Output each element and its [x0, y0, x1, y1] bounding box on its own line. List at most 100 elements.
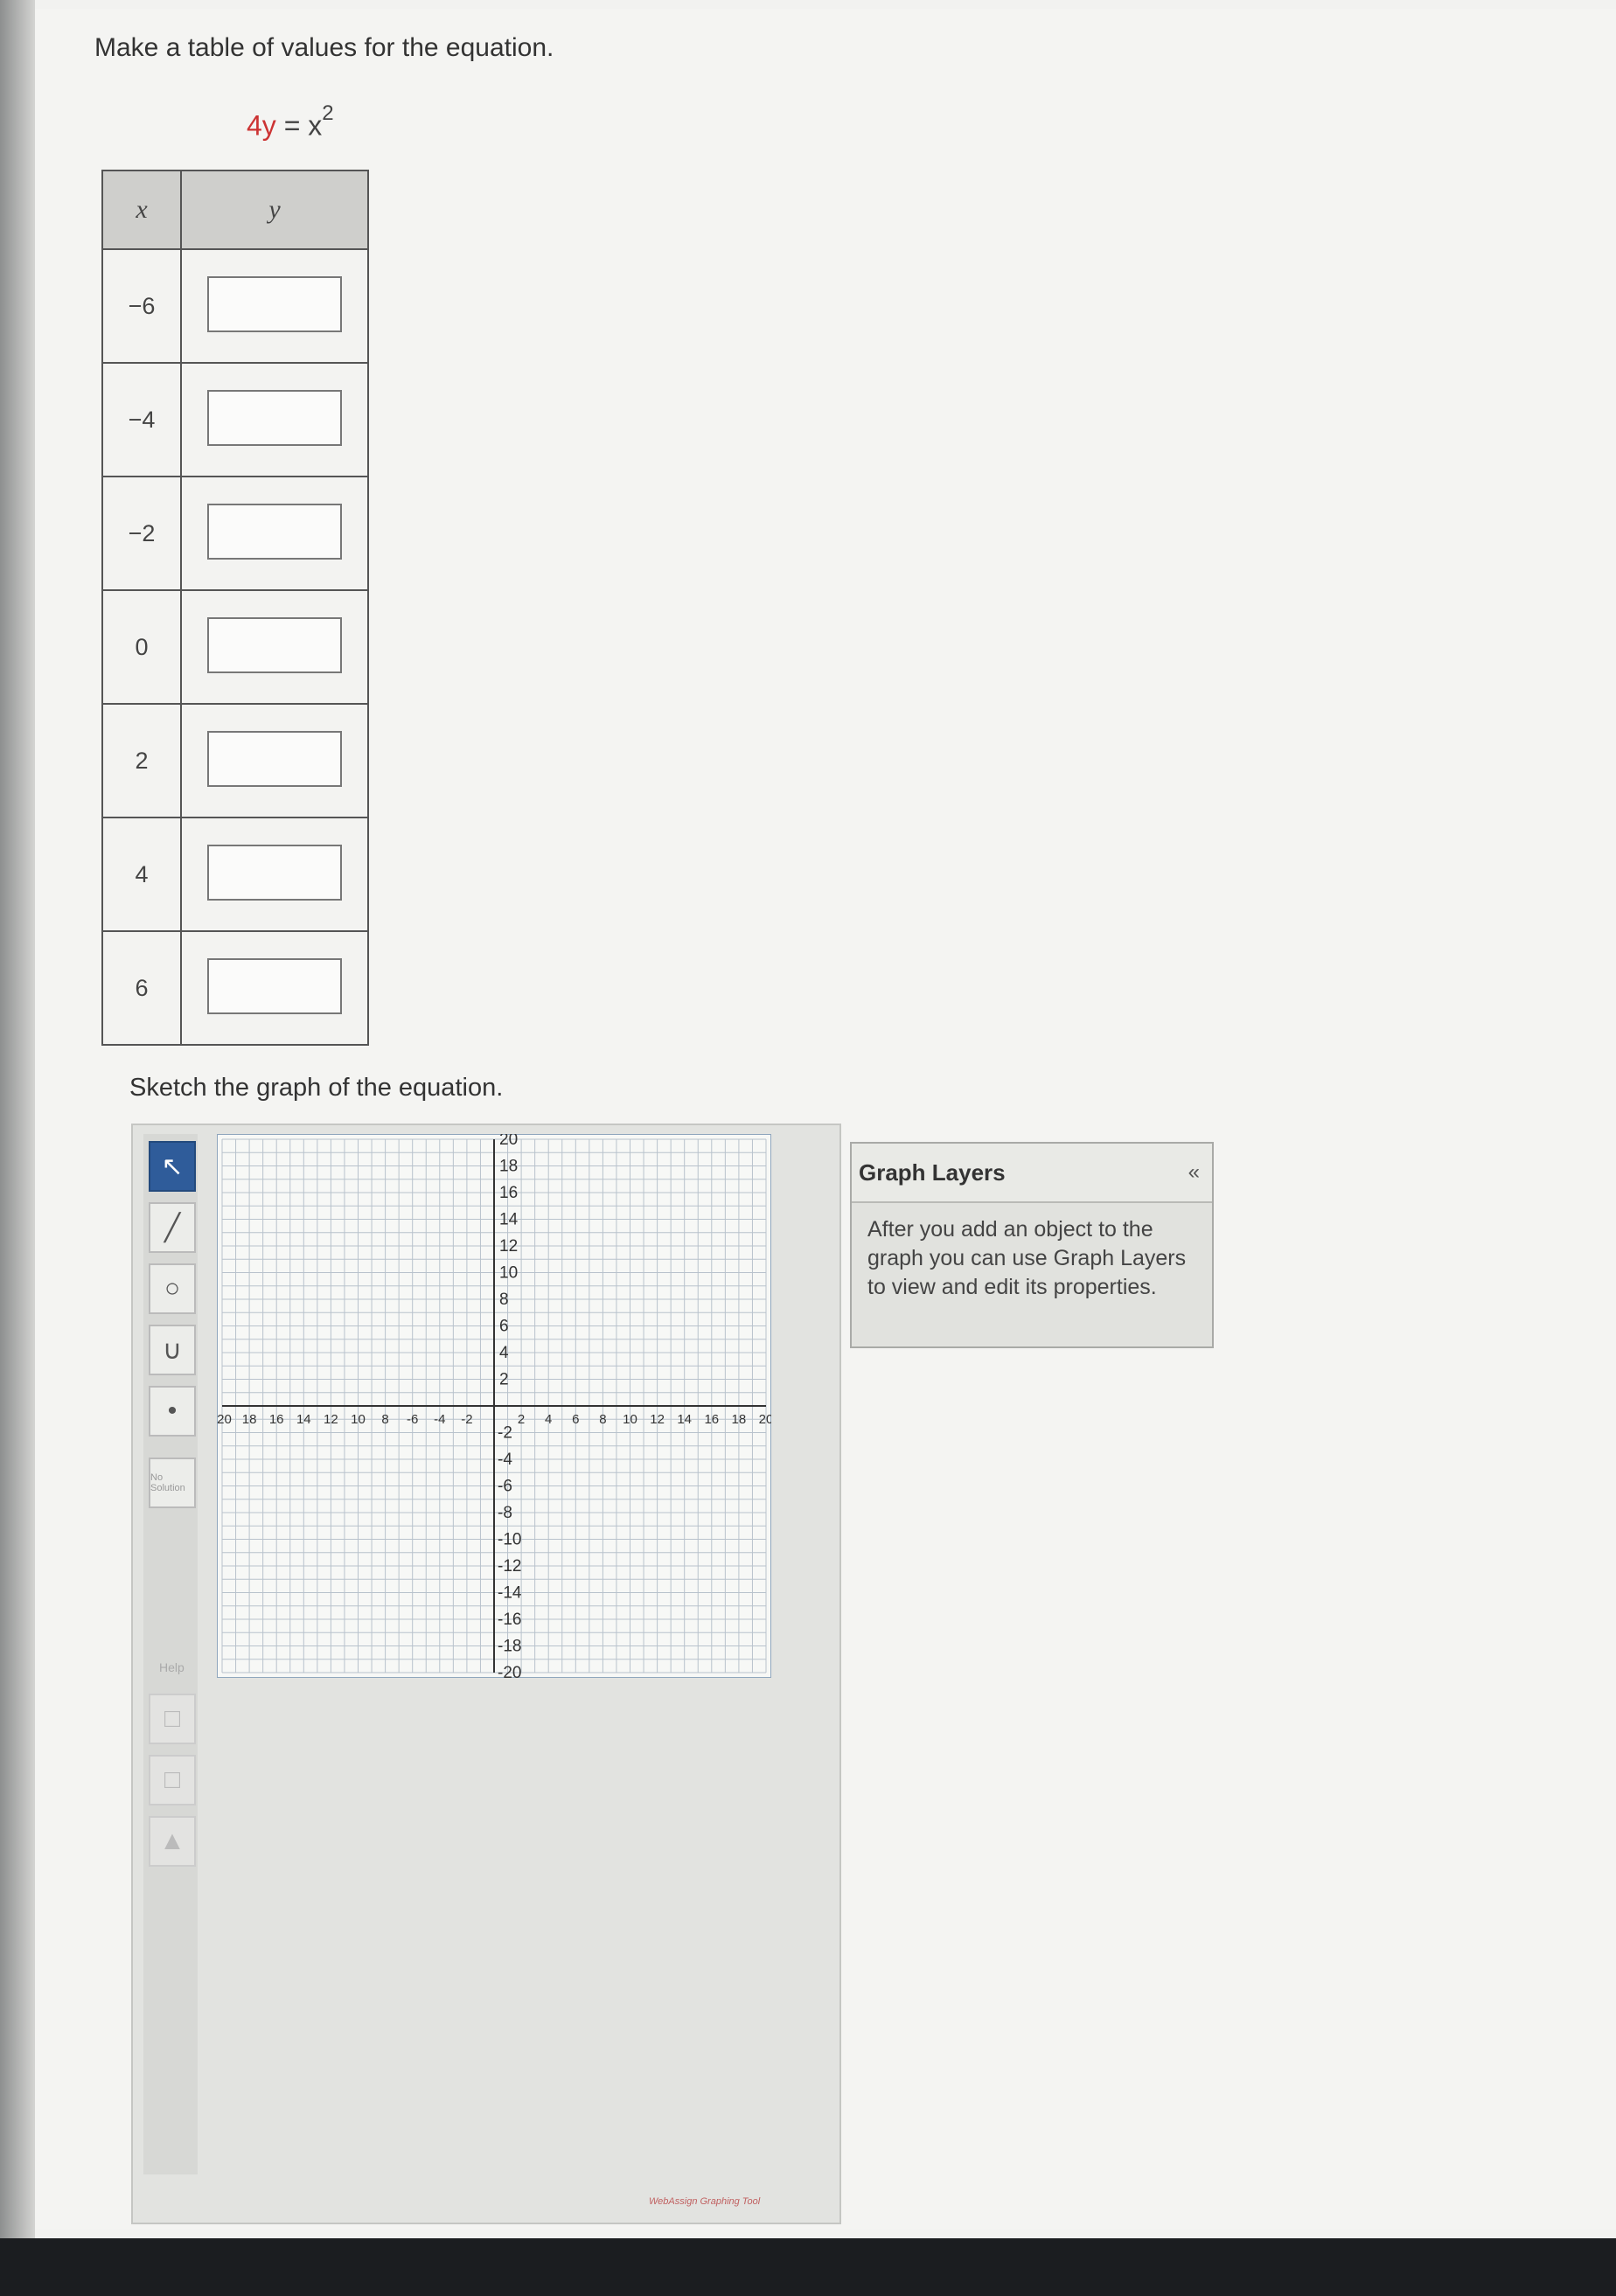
x-tick-label: 12: [650, 1412, 665, 1427]
screen-left-edge: [0, 0, 35, 2296]
x-tick-label: -2: [461, 1412, 472, 1427]
clear-button[interactable]: □: [149, 1755, 196, 1805]
circle-icon: ○: [164, 1274, 181, 1303]
x-value: 4: [101, 817, 182, 932]
webassign-credit: WebAssign Graphing Tool: [649, 2196, 761, 2207]
point-icon: •: [167, 1396, 178, 1425]
x-tick-label: -4: [434, 1412, 445, 1427]
clear-icon: □: [164, 1765, 181, 1794]
y-input[interactable]: [207, 616, 342, 673]
y-tick-label: -4: [498, 1451, 512, 1469]
fill-button[interactable]: ▲: [149, 1816, 196, 1867]
x-tick-label: 18: [732, 1412, 747, 1427]
x-tick-label: 14: [677, 1412, 692, 1427]
parabola-icon: ∪: [163, 1335, 182, 1365]
x-tick-label: 14: [296, 1412, 311, 1427]
x-tick-label: -6: [407, 1412, 418, 1427]
y-tick-label: -12: [498, 1557, 521, 1576]
y-tick-label: -18: [498, 1638, 521, 1656]
y-tick-label: -8: [498, 1504, 512, 1522]
y-tick-label: -6: [498, 1478, 512, 1496]
table-row: −4: [101, 362, 369, 477]
y-tick-label: 4: [499, 1344, 509, 1362]
line-tool-button[interactable]: ╱: [149, 1202, 196, 1253]
y-tick-label: 12: [499, 1237, 518, 1256]
table-row: 6: [101, 930, 369, 1046]
arrow-pointer-icon: ↖: [161, 1151, 184, 1181]
graph-layers-title: Graph Layers: [859, 1158, 1006, 1186]
y-tick-label: -14: [498, 1584, 522, 1603]
y-input[interactable]: [207, 730, 342, 787]
table-row: 4: [101, 817, 369, 932]
pointer-tool-button[interactable]: ↖: [149, 1141, 196, 1192]
x-tick-label: 6: [572, 1412, 579, 1427]
coordinate-grid[interactable]: -20 18 16 14 12 10 8 -6 -4 -2 2 4 6 8 10 12 14 16 18 20 20 18…: [217, 1134, 771, 1678]
equation-base: x: [308, 109, 323, 142]
help-link[interactable]: Help: [159, 1660, 185, 1674]
line-icon: ╱: [164, 1213, 181, 1242]
graph-layers-panel: Graph Layers « After you add an object t…: [850, 1142, 1214, 1348]
no-solution-button[interactable]: No Solution: [149, 1458, 196, 1508]
x-tick-label: 2: [518, 1412, 525, 1427]
column-header-y: y: [180, 170, 369, 250]
values-table: x y −6 −4 −2 0 2 4 6: [101, 170, 369, 1046]
y-input[interactable]: [207, 503, 342, 560]
table-row: 0: [101, 589, 369, 705]
y-tick-label: 20: [499, 1134, 518, 1149]
y-tick-label: 10: [499, 1264, 518, 1283]
x-value: −4: [101, 362, 182, 477]
sketch-prompt: Sketch the graph of the equation.: [129, 1074, 504, 1102]
column-header-x: x: [101, 170, 182, 250]
y-tick-label: 16: [499, 1184, 518, 1202]
trash-icon: □: [164, 1704, 181, 1733]
graph-toolbar: ↖ ╱ ○ ∪ • No Solution Help □ □ ▲: [143, 1134, 198, 2174]
x-value: −6: [101, 248, 182, 364]
y-tick-label: 2: [499, 1371, 509, 1389]
fill-icon: ▲: [159, 1826, 185, 1855]
y-tick-label: -20: [498, 1664, 521, 1678]
x-tick-label: 4: [545, 1412, 552, 1427]
table-row: 2: [101, 703, 369, 818]
equation: 4y = x2: [247, 101, 334, 143]
x-tick-label: 18: [242, 1412, 257, 1427]
y-tick-label: 8: [499, 1291, 509, 1309]
x-tick-label: 12: [324, 1412, 338, 1427]
x-value: 0: [101, 589, 182, 705]
x-tick-label: 8: [599, 1412, 606, 1427]
equation-lhs: 4y: [247, 109, 276, 142]
x-tick-label: 8: [381, 1412, 388, 1427]
y-input[interactable]: [207, 275, 342, 332]
y-tick-label: -10: [498, 1531, 521, 1549]
y-tick-label: -2: [498, 1424, 512, 1443]
y-input[interactable]: [207, 844, 342, 901]
question-prompt: Make a table of values for the equation.: [94, 33, 554, 62]
x-tick-label: 16: [704, 1412, 719, 1427]
no-solution-icon: No Solution: [150, 1472, 185, 1493]
graph-layers-body: After you add an object to the graph you…: [867, 1217, 1187, 1299]
y-input[interactable]: [207, 389, 342, 446]
table-row: −6: [101, 248, 369, 364]
x-tick-label: -20: [217, 1412, 232, 1427]
equation-equals: =: [275, 109, 309, 142]
y-input[interactable]: [207, 957, 342, 1014]
x-value: 6: [101, 930, 182, 1046]
collapse-chevron-icon[interactable]: «: [1188, 1160, 1200, 1185]
table-row: −2: [101, 476, 369, 591]
monitor-bezel: [0, 2238, 1616, 2296]
x-tick-label: 20: [759, 1412, 771, 1427]
x-tick-label: 10: [351, 1412, 366, 1427]
equation-exponent: 2: [322, 101, 334, 125]
delete-button[interactable]: □: [149, 1694, 196, 1744]
x-tick-label: 10: [623, 1412, 637, 1427]
x-tick-label: 16: [269, 1412, 284, 1427]
parabola-tool-button[interactable]: ∪: [149, 1325, 196, 1375]
x-value: 2: [101, 703, 182, 818]
y-tick-label: -16: [498, 1611, 521, 1629]
y-tick-label: 18: [499, 1158, 518, 1176]
graph-layers-header: Graph Layers «: [852, 1144, 1212, 1203]
x-value: −2: [101, 476, 182, 591]
y-tick-label: 6: [499, 1318, 509, 1336]
point-tool-button[interactable]: •: [149, 1386, 196, 1437]
y-tick-label: 14: [499, 1211, 519, 1229]
circle-tool-button[interactable]: ○: [149, 1263, 196, 1314]
